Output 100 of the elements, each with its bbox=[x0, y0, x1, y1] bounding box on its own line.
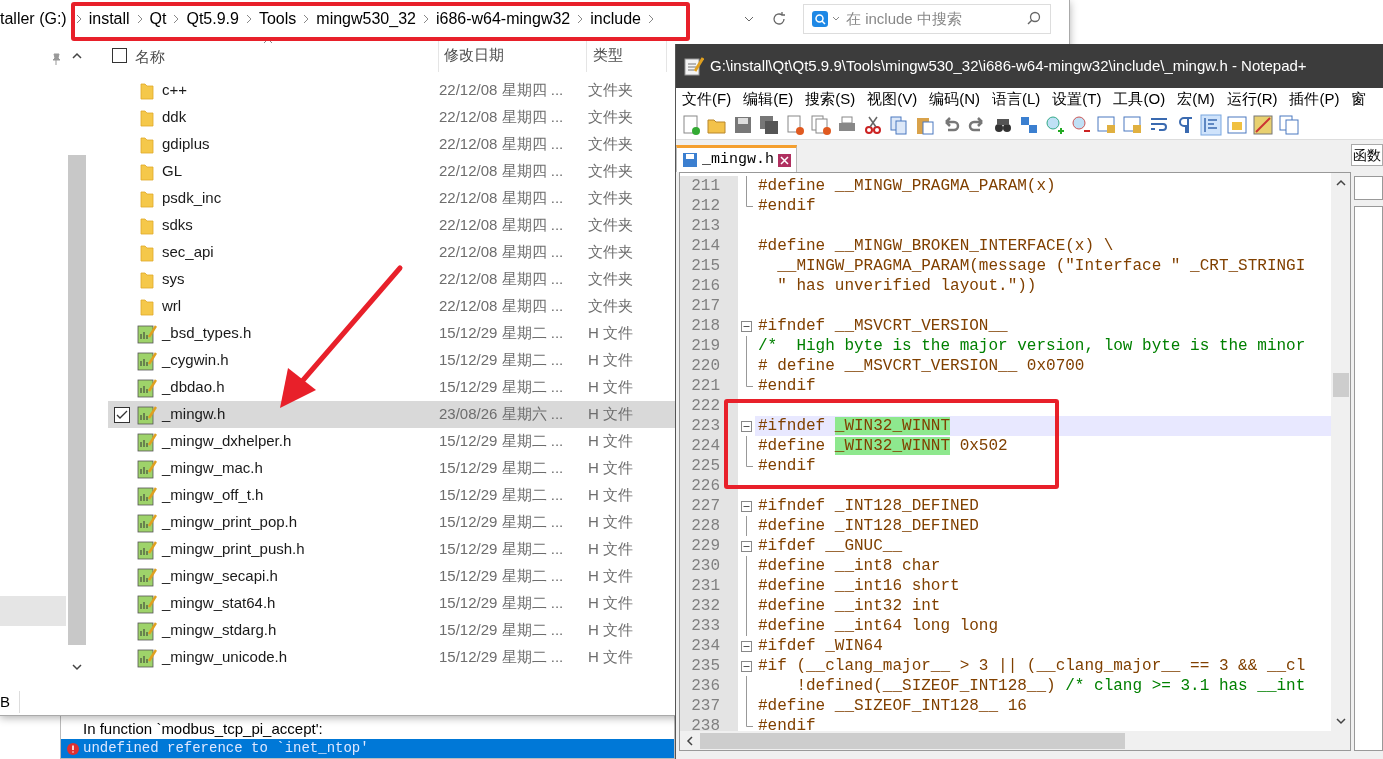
fold-toggle-icon[interactable] bbox=[741, 660, 752, 672]
file-row[interactable]: sdks 22/12/08 星期四 ... 文件夹 bbox=[108, 212, 675, 239]
close-icon[interactable] bbox=[778, 153, 791, 167]
search-field[interactable]: 在 include 中搜索 bbox=[803, 4, 1051, 34]
file-name: wrl bbox=[161, 296, 183, 317]
file-row[interactable]: _mingw_off_t.h 15/12/29 星期二 ... H 文件 bbox=[108, 482, 675, 509]
menu-item[interactable]: 插件(P) bbox=[1289, 87, 1340, 111]
sort-caret-icon[interactable] bbox=[263, 38, 273, 44]
scrollbar-thumb[interactable] bbox=[1332, 373, 1349, 397]
breadcrumb-item[interactable]: mingw530_32 bbox=[316, 7, 416, 31]
scroll-left-icon[interactable] bbox=[686, 735, 694, 746]
menu-item[interactable]: 设置(T) bbox=[1052, 87, 1102, 111]
file-row[interactable]: GL 22/12/08 星期四 ... 文件夹 bbox=[108, 158, 675, 185]
refresh-icon[interactable] bbox=[771, 11, 787, 27]
file-row[interactable]: sys 22/12/08 星期四 ... 文件夹 bbox=[108, 266, 675, 293]
scroll-up-icon[interactable] bbox=[1335, 179, 1346, 187]
close-all-icon[interactable] bbox=[810, 113, 832, 136]
fold-toggle-icon[interactable] bbox=[741, 540, 752, 552]
menu-item[interactable]: 工具(O) bbox=[1113, 87, 1166, 111]
menu-item[interactable]: 语言(L) bbox=[992, 87, 1041, 111]
fold-toggle-icon[interactable] bbox=[741, 420, 752, 432]
editor-tab[interactable]: _mingw.h bbox=[676, 145, 797, 172]
scrollbar[interactable] bbox=[1331, 173, 1350, 731]
output-row[interactable]: In function `modbus_tcp_pi_accept': bbox=[61, 720, 674, 739]
code-line: !defined(__SIZEOF_INT128__) /* clang >= 3.1 has __int bbox=[795, 677, 1306, 695]
fold-toggle-icon[interactable] bbox=[741, 640, 752, 652]
file-row[interactable]: psdk_inc 22/12/08 星期四 ... 文件夹 bbox=[108, 185, 675, 212]
column-header[interactable]: 修改日期 bbox=[444, 43, 504, 67]
breadcrumb-item[interactable]: Qt bbox=[149, 7, 167, 31]
file-row[interactable]: _mingw_secapi.h 15/12/29 星期二 ... H 文件 bbox=[108, 563, 675, 590]
scroll-down-icon[interactable] bbox=[1335, 717, 1346, 725]
breadcrumb-item[interactable]: install bbox=[88, 7, 130, 31]
file-date: 15/12/29 星期二 ... bbox=[439, 593, 565, 614]
menu-item[interactable]: 编码(N) bbox=[929, 87, 980, 111]
new-file-icon[interactable] bbox=[680, 113, 702, 136]
search-scope-icon[interactable] bbox=[812, 11, 842, 27]
indent-guide-icon[interactable] bbox=[1200, 113, 1222, 136]
file-row[interactable]: _mingw_stdarg.h 15/12/29 星期二 ... H 文件 bbox=[108, 617, 675, 644]
file-type: 文件夹 bbox=[588, 161, 633, 182]
editor[interactable] bbox=[679, 172, 1351, 751]
menu-item[interactable]: 视图(V) bbox=[867, 87, 918, 111]
code-line: #endif bbox=[758, 377, 816, 395]
checkbox[interactable] bbox=[113, 406, 130, 423]
scroll-up-icon[interactable] bbox=[72, 52, 82, 60]
zoom-in-icon[interactable] bbox=[1044, 113, 1066, 136]
fold-toggle-icon[interactable] bbox=[741, 500, 752, 512]
file-row[interactable]: _mingw_dxhelper.h 15/12/29 星期二 ... H 文件 bbox=[108, 428, 675, 455]
file-row[interactable]: gdiplus 22/12/08 星期四 ... 文件夹 bbox=[108, 131, 675, 158]
windows-icon[interactable] bbox=[1278, 113, 1300, 136]
breadcrumb-item[interactable]: Qt5.9.9 bbox=[186, 7, 239, 31]
menu-item[interactable]: 文件(F) bbox=[682, 87, 732, 111]
breadcrumb-item[interactable]: taller (G:) bbox=[0, 7, 69, 31]
folder-icon bbox=[140, 108, 154, 127]
menu-item[interactable]: 窗 bbox=[1351, 87, 1367, 111]
save-all-icon[interactable] bbox=[758, 113, 780, 136]
file-type: 文件夹 bbox=[588, 188, 633, 209]
scrollbar-thumb[interactable] bbox=[700, 732, 1125, 749]
pin-icon[interactable] bbox=[50, 53, 62, 65]
menu-item[interactable]: 运行(R) bbox=[1226, 87, 1278, 111]
file-row[interactable]: _mingw_stat64.h 15/12/29 星期二 ... H 文件 bbox=[108, 590, 675, 617]
scrollbar[interactable] bbox=[680, 731, 1350, 750]
output-row[interactable]: undefined reference to `inet_ntop' bbox=[61, 739, 674, 758]
line-number: 216 bbox=[680, 276, 738, 296]
file-row[interactable]: _mingw.h 23/08/26 星期六 ... H 文件 bbox=[108, 401, 675, 428]
file-row[interactable]: _mingw_print_push.h 15/12/29 星期二 ... H 文件 bbox=[108, 536, 675, 563]
scroll-down-icon[interactable] bbox=[72, 663, 82, 671]
search-icon[interactable] bbox=[1026, 11, 1042, 27]
file-name: _bsd_types.h bbox=[160, 323, 253, 344]
side-panel-field[interactable] bbox=[1354, 176, 1383, 200]
copy-icon[interactable] bbox=[888, 113, 910, 136]
scrollbar-thumb[interactable] bbox=[68, 155, 86, 645]
file-row[interactable]: _bsd_types.h 15/12/29 星期二 ... H 文件 bbox=[108, 320, 675, 347]
breadcrumb-item[interactable]: i686-w64-mingw32 bbox=[435, 7, 571, 31]
column-header[interactable]: 名称 bbox=[135, 46, 438, 69]
file-row[interactable]: _mingw_mac.h 15/12/29 星期二 ... H 文件 bbox=[108, 455, 675, 482]
file-date: 22/12/08 星期四 ... bbox=[439, 161, 565, 182]
side-panel-tab[interactable]: 函数 bbox=[1351, 144, 1383, 166]
menu-item[interactable]: 宏(M) bbox=[1177, 87, 1215, 111]
fold-toggle-icon[interactable] bbox=[741, 320, 752, 332]
address-bar[interactable]: taller (G:) install Qt Qt5.9.9 Tools mingw530_32 i686-w64-mingw32 include bbox=[0, 4, 795, 34]
file-row[interactable]: ddk 22/12/08 星期四 ... 文件夹 bbox=[108, 104, 675, 131]
select-all-checkbox[interactable] bbox=[112, 47, 127, 63]
breadcrumb-item[interactable]: Tools bbox=[258, 7, 297, 31]
menu-item[interactable]: 编辑(E) bbox=[743, 87, 794, 111]
close-file-icon[interactable] bbox=[784, 113, 806, 136]
menu-item[interactable]: 搜索(S) bbox=[805, 87, 856, 111]
chevron-icon bbox=[422, 14, 429, 24]
breadcrumb-item[interactable]: include bbox=[590, 7, 641, 31]
file-row[interactable]: c++ 22/12/08 星期四 ... 文件夹 bbox=[108, 77, 675, 104]
column-header[interactable]: 类型 bbox=[593, 43, 623, 67]
file-row[interactable]: wrl 22/12/08 星期四 ... 文件夹 bbox=[108, 293, 675, 320]
file-row[interactable]: _mingw_print_pop.h 15/12/29 星期二 ... H 文件 bbox=[108, 509, 675, 536]
search-input[interactable]: 在 include 中搜索 bbox=[846, 7, 1022, 31]
file-row[interactable]: _dbdao.h 15/12/29 星期二 ... H 文件 bbox=[108, 374, 675, 401]
code-line: #if (__clang_major__ > 3 || (__clang_major__ == 3 && __cl bbox=[758, 657, 1306, 675]
file-row[interactable]: _cygwin.h 15/12/29 星期二 ... H 文件 bbox=[108, 347, 675, 374]
file-date: 15/12/29 星期二 ... bbox=[439, 512, 565, 533]
file-row[interactable]: _mingw_unicode.h 15/12/29 星期二 ... H 文件 bbox=[108, 644, 675, 671]
file-row[interactable]: sec_api 22/12/08 星期四 ... 文件夹 bbox=[108, 239, 675, 266]
file-name: _mingw_stat64.h bbox=[160, 593, 277, 614]
